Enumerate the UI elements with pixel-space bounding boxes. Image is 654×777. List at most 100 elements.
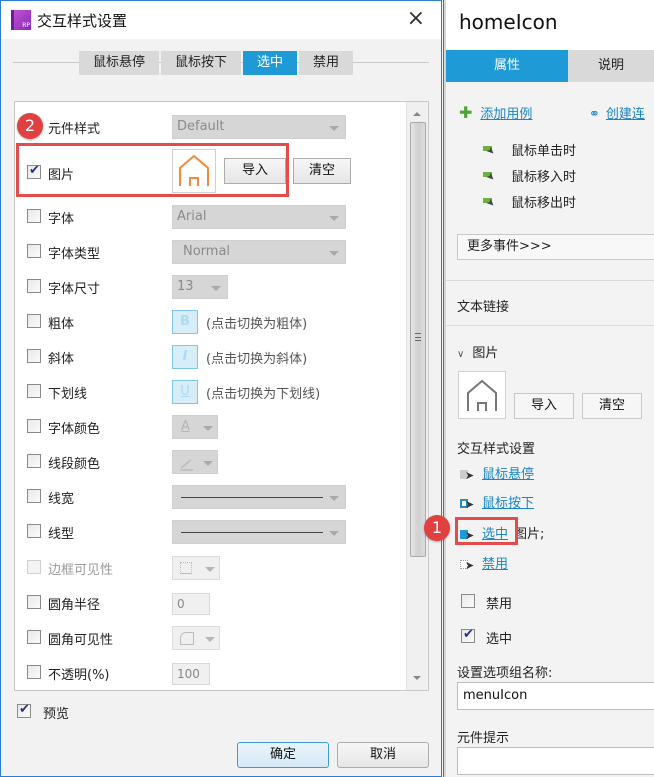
cancel-button[interactable]: 取消 [337, 742, 429, 768]
bold-checkbox[interactable] [27, 314, 41, 328]
tab-mouse-down[interactable]: 鼠标按下 [161, 51, 242, 75]
more-events-button[interactable]: 更多事件>>> [457, 234, 654, 260]
scroll-down-arrow-icon[interactable] [413, 676, 421, 680]
style-hover[interactable]: ➤ 鼠标悬停 [460, 463, 534, 482]
line-style-select[interactable] [172, 520, 346, 544]
font-type-checkbox[interactable] [27, 244, 41, 258]
italic-toggle-button[interactable]: I [172, 345, 198, 369]
font-color-checkbox[interactable] [27, 419, 41, 433]
import-button[interactable]: 导入 [514, 393, 574, 419]
corner-visibility-checkbox[interactable] [27, 630, 41, 644]
tab-notes[interactable]: 说明 [568, 50, 654, 82]
border-icon [180, 562, 192, 574]
line-width-checkbox[interactable] [27, 489, 41, 503]
event-item[interactable]: 鼠标移入时 [483, 166, 576, 185]
border-visibility-picker[interactable] [172, 556, 220, 580]
ok-button[interactable]: 确定 [237, 742, 329, 768]
image-row-highlight [16, 143, 289, 197]
style-disabled[interactable]: ➤ 禁用 [460, 553, 508, 572]
image-preview[interactable] [458, 371, 506, 419]
clear-button[interactable]: 清空 [582, 393, 642, 419]
panel-scrollbar[interactable] [406, 102, 428, 690]
italic-checkbox[interactable] [27, 349, 41, 363]
tab-mouse-hover[interactable]: 鼠标悬停 [79, 51, 160, 75]
font-size-label: 字体尺寸 [48, 282, 101, 297]
font-select[interactable]: Arial [172, 205, 346, 229]
image-clear-button[interactable]: 清空 [293, 158, 351, 184]
font-color-picker[interactable]: A [172, 415, 218, 439]
create-link-label: 创建连 [605, 107, 645, 122]
line-width-select[interactable] [172, 485, 346, 509]
row-corner-radius: 圆角半径 0 [15, 588, 405, 618]
rounded-corner-icon [180, 632, 194, 645]
style-disabled-link[interactable]: 禁用 [482, 557, 508, 572]
inspector-panel: homeIcon 属性 说明 ✚ 添加用例 ⚭ 创建连 鼠标单击时 鼠标移入时 鼠标… [443, 0, 654, 777]
image-section-header[interactable]: ∨ 图片 [457, 342, 498, 361]
opacity-label: 不透明(%) [48, 668, 110, 683]
line-style-label: 线型 [48, 527, 75, 542]
tooltip-label: 元件提示 [457, 731, 510, 746]
inspector-tabs: 属性 说明 [446, 50, 654, 82]
chevron-down-icon [329, 531, 339, 536]
border-visibility-checkbox[interactable] [27, 560, 41, 574]
style-mousedown-link[interactable]: 鼠标按下 [482, 496, 534, 511]
scroll-up-arrow-icon[interactable] [413, 112, 421, 116]
font-size-select[interactable]: 13 [172, 275, 228, 299]
font-label: 字体 [48, 212, 75, 227]
preview-checkbox[interactable] [17, 702, 31, 718]
event-item[interactable]: 鼠标移出时 [483, 192, 576, 211]
widget-name: homeIcon [459, 10, 558, 34]
style-mousedown[interactable]: ➤ 鼠标按下 [460, 492, 534, 511]
line-style-checkbox[interactable] [27, 524, 41, 538]
row-underline: 下划线 U (点击切换为下划线) [15, 377, 405, 407]
tab-selected[interactable]: 选中 [243, 51, 298, 75]
state-tabbar: 鼠标悬停 鼠标按下 选中 禁用 [13, 51, 429, 75]
font-type-select[interactable]: Normal [172, 240, 346, 264]
chevron-down-icon [205, 567, 215, 572]
opacity-input[interactable]: 100 [172, 663, 210, 685]
chevron-down-icon [329, 216, 339, 221]
add-case-link[interactable]: ✚ 添加用例 [459, 103, 532, 122]
close-icon[interactable]: × [407, 7, 425, 31]
underline-checkbox[interactable] [27, 384, 41, 398]
corner-radius-label: 圆角半径 [48, 598, 101, 613]
row-line-style: 线型 [15, 517, 405, 547]
opacity-checkbox[interactable] [27, 665, 41, 679]
italic-hint: (点击切换为斜体) [206, 352, 308, 367]
line-color-picker[interactable] [172, 450, 218, 474]
selected-checkbox[interactable] [461, 627, 475, 643]
panel-splitter[interactable] [443, 0, 446, 777]
font-size-checkbox[interactable] [27, 279, 41, 293]
disabled-label: 禁用 [486, 597, 513, 612]
line-color-checkbox[interactable] [27, 454, 41, 468]
corner-visibility-picker[interactable] [172, 626, 220, 650]
tab-disabled[interactable]: 禁用 [299, 51, 354, 75]
event-label: 鼠标单击时 [511, 144, 577, 159]
add-case-label: 添加用例 [480, 107, 533, 122]
style-hover-link[interactable]: 鼠标悬停 [482, 467, 534, 482]
corner-radius-input[interactable]: 0 [172, 593, 210, 615]
screen: RP 交互样式设置 × 鼠标悬停 鼠标按下 选中 禁用 元件样式 Default [0, 0, 654, 777]
bold-toggle-button[interactable]: B [172, 310, 198, 334]
event-item[interactable]: 鼠标单击时 [483, 140, 576, 159]
widget-style-select[interactable]: Default [172, 115, 346, 139]
grip-icon [415, 333, 421, 341]
step-badge-1: 1 [424, 515, 450, 541]
tooltip-input[interactable] [457, 747, 654, 775]
corner-radius-checkbox[interactable] [27, 595, 41, 609]
disabled-checkbox[interactable] [461, 594, 475, 608]
scrollbar-thumb[interactable] [410, 122, 426, 557]
row-corner-visibility: 圆角可见性 [15, 623, 405, 653]
image-section-label: 图片 [472, 346, 499, 361]
interaction-styles-heading: 交互样式设置 [457, 442, 536, 457]
underline-toggle-button[interactable]: U [172, 380, 198, 404]
widget-style-value: Default [177, 119, 225, 134]
text-link-section[interactable]: 文本链接 [457, 296, 509, 315]
selected-label: 选中 [486, 632, 513, 647]
tab-properties[interactable]: 属性 [446, 50, 568, 82]
row-font: 字体 Arial [15, 202, 405, 232]
group-name-input[interactable]: menuIcon [457, 682, 654, 710]
create-link-link[interactable]: ⚭ 创建连 [589, 103, 645, 122]
plus-icon: ✚ [459, 103, 473, 122]
font-checkbox[interactable] [27, 209, 41, 223]
